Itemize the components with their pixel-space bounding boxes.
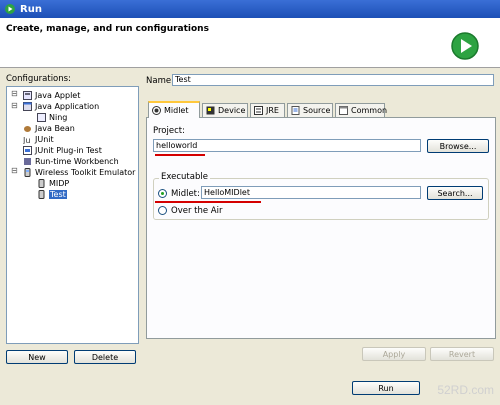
tree-item-midp[interactable]: MIDP [37, 178, 69, 189]
run-icon [450, 31, 480, 61]
midlet-tab-icon [152, 106, 161, 115]
tree-item-label: Wireless Toolkit Emulator [35, 168, 136, 177]
midp-icon [37, 190, 46, 199]
tree-item-java-bean[interactable]: Java Bean [23, 123, 75, 134]
junit-icon: Ju [22, 135, 32, 145]
tab-device[interactable]: Device [202, 103, 248, 117]
over-the-air-label: Over the Air [171, 206, 223, 216]
midp-icon [37, 179, 46, 188]
delete-button[interactable]: Delete [74, 350, 136, 364]
tree-item-java-application[interactable]: Java Application [23, 101, 99, 112]
junit-plugin-icon [23, 146, 32, 155]
configuration-editor: Name: Test Midlet Device JRE Source Comm… [144, 74, 496, 372]
tree-item-label: Ning [49, 113, 68, 122]
executable-label: Executable [159, 172, 210, 182]
new-button[interactable]: New [6, 350, 68, 364]
expand-toggle-icon[interactable]: ⊟ [11, 89, 18, 98]
svg-text:Ju: Ju [23, 136, 30, 144]
device-tab-icon [206, 106, 215, 115]
tab-label: JRE [266, 106, 279, 115]
midlet-radio[interactable] [158, 189, 167, 198]
tab-label: Common [351, 106, 388, 115]
jre-tab-icon [254, 106, 263, 115]
over-the-air-radio[interactable] [158, 206, 167, 215]
tab-label: Source [303, 106, 331, 115]
window-title: Run [20, 3, 42, 15]
dialog-header: Create, manage, and run configurations [0, 18, 500, 68]
header-description: Create, manage, and run configurations [6, 24, 209, 34]
app-icon [4, 3, 16, 15]
tab-source[interactable]: Source [287, 103, 333, 117]
tab-label: Device [218, 106, 246, 115]
run-button[interactable]: Run [352, 381, 420, 395]
midlet-field[interactable]: HelloMIDlet [201, 186, 421, 199]
tab-bar: Midlet Device JRE Source Common [146, 101, 496, 118]
tree-item-label: Java Bean [35, 124, 75, 133]
project-field[interactable]: helloworld [153, 139, 421, 152]
tab-common[interactable]: Common [335, 103, 388, 117]
tab-midlet[interactable]: Midlet [148, 101, 200, 118]
java-application-icon [23, 102, 32, 111]
name-field[interactable]: Test [172, 74, 494, 86]
annotation-underline [155, 201, 261, 203]
tree-item-label: JUnit Plug-in Test [35, 146, 102, 155]
apply-button[interactable]: Apply [362, 347, 426, 361]
tree-item-label: Java Application [35, 102, 100, 111]
tree-item-label: MIDP [49, 179, 70, 188]
tree-item-test[interactable]: Test [37, 189, 67, 200]
tree-item-wireless-toolkit-emulator[interactable]: Wireless Toolkit Emulator [23, 167, 135, 178]
collapse-toggle-icon[interactable]: ⊟ [11, 166, 18, 175]
tree-item-runtime-workbench[interactable]: Run-time Workbench [23, 156, 119, 167]
tree-item-label: Java Applet [35, 91, 81, 100]
application-config-icon [37, 113, 46, 122]
tree-item-label: JUnit [35, 135, 54, 144]
tab-jre[interactable]: JRE [250, 103, 285, 117]
configurations-tree[interactable]: ⊟ Java Applet ⊟ Java Application Ning Ja… [6, 86, 139, 344]
project-label: Project: [153, 126, 185, 136]
wireless-toolkit-icon [23, 168, 32, 177]
tree-item-junit-plugin-test[interactable]: JUnit Plug-in Test [23, 145, 102, 156]
java-bean-icon [23, 124, 32, 133]
tree-item-label: Run-time Workbench [35, 157, 119, 166]
source-tab-icon [291, 106, 300, 115]
browse-button[interactable]: Browse... [427, 139, 489, 153]
configurations-pane: Configurations: ⊟ Java Applet ⊟ Java App… [4, 74, 139, 350]
title-bar: Run [0, 0, 500, 18]
midlet-radio-label: Midlet: [171, 189, 200, 199]
configurations-label: Configurations: [6, 74, 71, 84]
collapse-toggle-icon[interactable]: ⊟ [11, 101, 18, 110]
common-tab-icon [339, 106, 348, 115]
tree-item-junit[interactable]: Ju JUnit [22, 134, 54, 145]
tree-item-label: Test [49, 190, 67, 199]
tree-item-ning[interactable]: Ning [37, 112, 67, 123]
annotation-underline [155, 154, 205, 156]
revert-button[interactable]: Revert [430, 347, 494, 361]
workbench-icon [23, 157, 32, 166]
tree-item-java-applet[interactable]: Java Applet [23, 90, 80, 101]
tab-label: Midlet [164, 106, 189, 115]
search-button[interactable]: Search... [427, 186, 483, 200]
watermark-text: 52RD.com [437, 383, 494, 397]
name-label: Name: [146, 76, 174, 86]
java-applet-icon [23, 91, 32, 100]
midlet-tab-panel: Project: helloworld Browse... Executable… [146, 117, 496, 339]
